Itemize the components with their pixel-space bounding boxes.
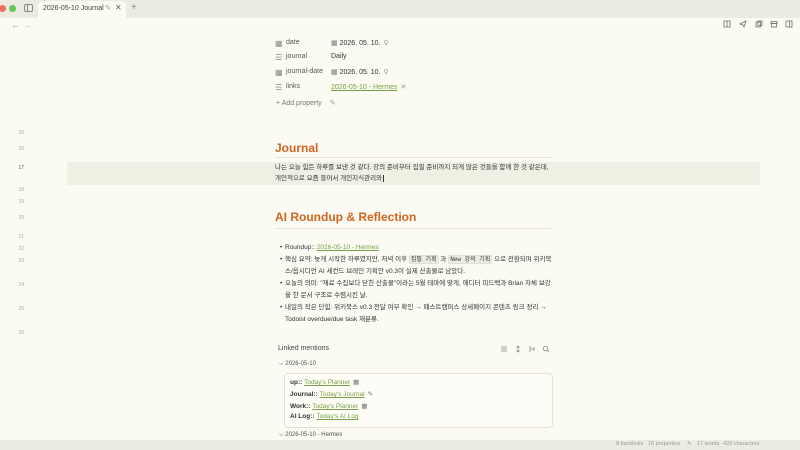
inline-code: New 강의 기획 bbox=[448, 255, 493, 264]
property-value-date[interactable]: ▦ 2026. 05. 10. ⚲ bbox=[331, 39, 389, 47]
line-number: 18 bbox=[18, 187, 24, 193]
roundup-link[interactable]: 2026-05-10 - Hermes bbox=[317, 244, 379, 251]
line-number: 26 bbox=[18, 330, 24, 336]
status-bar: 8 backlinks 16 properties ✎ 17 words 420… bbox=[0, 440, 800, 450]
link-icon[interactable]: ⚲ bbox=[384, 40, 389, 47]
line-number: 24 bbox=[18, 282, 24, 288]
property-value-links[interactable]: 2026-05-10 - Hermes ✕ bbox=[331, 83, 406, 91]
journal-heading[interactable]: Journal bbox=[275, 141, 318, 155]
add-property-label: Add property bbox=[281, 100, 322, 107]
mention-card[interactable]: up:: Today's Planner ▦ Journal:: Today's … bbox=[284, 373, 553, 428]
book-icon[interactable] bbox=[723, 20, 731, 28]
mention-row[interactable]: AI Log:: Today's AI Log bbox=[290, 413, 358, 420]
toggle-icon[interactable] bbox=[528, 345, 536, 353]
line-number: 22 bbox=[18, 246, 24, 252]
close-icon[interactable]: ✕ bbox=[401, 84, 407, 91]
heading-divider bbox=[275, 157, 551, 158]
line-number: 25 bbox=[18, 306, 24, 312]
line-number: 16 bbox=[18, 146, 24, 152]
tab-journal[interactable]: 2026-05-10 Journal ✎ ✕ bbox=[38, 1, 126, 18]
calendar-icon: ▦ bbox=[353, 379, 360, 386]
pencil-icon: ✎ bbox=[687, 441, 692, 447]
calendar-icon: ▦ bbox=[361, 403, 368, 410]
properties-count[interactable]: 16 properties bbox=[648, 441, 680, 447]
tab-title: 2026-05-10 Journal bbox=[43, 5, 104, 12]
list-icon[interactable] bbox=[500, 345, 508, 353]
list-item[interactable]: • 내일의 작은 단힘: 위키북스 v0.3 전달 여부 확인 → 패스트캠퍼스… bbox=[280, 302, 552, 326]
line-number: 19 bbox=[18, 199, 24, 205]
mention-link[interactable]: Today's Planner bbox=[312, 403, 358, 410]
arrow-right-icon[interactable]: → bbox=[23, 20, 32, 30]
word-count: 17 words bbox=[697, 441, 720, 447]
property-label-links[interactable]: links bbox=[286, 83, 300, 90]
search-icon[interactable] bbox=[542, 345, 550, 353]
line-number: 20 bbox=[18, 215, 24, 221]
property-label-journal[interactable]: journal bbox=[286, 53, 307, 60]
mention-row[interactable]: Journal:: Today's Journal ✎ bbox=[290, 390, 373, 398]
mention-row[interactable]: Work:: Today's Planner ▦ bbox=[290, 402, 367, 410]
journal-paragraph[interactable]: 나는 오늘 힘든 하루를 보낸 것 같다. 강의 준비부터 집필 준비까지 되게… bbox=[275, 162, 555, 184]
links-value-link[interactable]: 2026-05-10 - Hermes bbox=[331, 84, 398, 91]
property-label-date[interactable]: date bbox=[286, 39, 300, 46]
link-icon[interactable]: ⚲ bbox=[384, 69, 389, 76]
inline-code: 집필 기획 bbox=[408, 255, 439, 264]
line-number: 17 bbox=[18, 165, 24, 171]
mention-row[interactable]: up:: Today's Planner ▦ bbox=[290, 378, 359, 386]
arrow-left-icon[interactable]: ← bbox=[11, 20, 20, 30]
mention-group[interactable]: ⌵ 2026-05-10 bbox=[279, 361, 316, 368]
list-item[interactable]: • 핵심 요약: 늦게 시작한 하루였지만, 저녁 이후 집필 기획 과 New… bbox=[280, 254, 552, 278]
list-item[interactable]: • 오늘의 의미: "재료 수집보다 닫힌 산출물"이라는 5월 테마에 맞게,… bbox=[280, 278, 552, 302]
calendar-icon: ▦ bbox=[275, 39, 283, 48]
chevron-down-icon: ⌵ bbox=[279, 361, 284, 367]
calendar-icon: ▦ bbox=[275, 68, 283, 77]
pencil-icon: ✎ bbox=[367, 391, 374, 398]
minimize-window-dot[interactable] bbox=[9, 5, 16, 12]
send-icon[interactable] bbox=[739, 20, 747, 28]
pencil-icon[interactable]: ✎ bbox=[330, 100, 336, 107]
chevron-down-icon: ⌵ bbox=[279, 432, 284, 438]
plus-icon: + bbox=[276, 100, 281, 107]
close-window-dot[interactable] bbox=[0, 5, 6, 12]
sidebar-toggle-icon[interactable] bbox=[24, 4, 33, 12]
mention-link[interactable]: Today's AI Log bbox=[316, 413, 358, 420]
text-lines-icon: ☰ bbox=[275, 53, 283, 62]
mention-group[interactable]: ⌵ 2026-05-10 - Hermes bbox=[279, 432, 342, 439]
mention-link[interactable]: Today's Journal bbox=[320, 391, 365, 398]
linked-mentions-title[interactable]: Linked mentions bbox=[278, 345, 329, 352]
line-number: 23 bbox=[18, 258, 24, 264]
list-item[interactable]: • Roundup:: 2026-05-10 - Hermes bbox=[280, 242, 552, 254]
copy-icon[interactable] bbox=[755, 20, 763, 28]
text-cursor: ​ bbox=[383, 175, 385, 182]
sort-icon[interactable] bbox=[514, 345, 522, 353]
pencil-icon: ✎ bbox=[105, 5, 111, 12]
line-number: 15 bbox=[18, 130, 24, 136]
close-icon[interactable]: ✕ bbox=[115, 3, 122, 12]
character-count: 420 characters bbox=[723, 441, 760, 447]
calendar-icon: ▦ bbox=[331, 40, 338, 47]
list-icon: ☰ bbox=[275, 83, 283, 92]
archive-icon[interactable] bbox=[770, 20, 778, 28]
ai-roundup-heading[interactable]: AI Roundup & Reflection bbox=[275, 210, 416, 224]
calendar-icon: ▦ bbox=[331, 69, 338, 76]
add-property-button[interactable]: + Add property ✎ bbox=[276, 99, 336, 107]
plus-icon[interactable]: + bbox=[131, 2, 137, 13]
line-number: 21 bbox=[18, 234, 24, 240]
property-value-journal[interactable]: Daily bbox=[331, 53, 347, 60]
backlinks-count[interactable]: 8 backlinks bbox=[616, 441, 643, 447]
property-value-journal-date[interactable]: ▦ 2026. 05. 10. ⚲ bbox=[331, 68, 389, 76]
panel-icon[interactable] bbox=[785, 20, 793, 28]
tab-bar: 2026-05-10 Journal ✎ ✕ + bbox=[0, 0, 800, 18]
heading-divider bbox=[275, 228, 551, 229]
property-label-journal-date[interactable]: journal-date bbox=[286, 68, 323, 75]
mention-link[interactable]: Today's Planner bbox=[304, 379, 350, 386]
